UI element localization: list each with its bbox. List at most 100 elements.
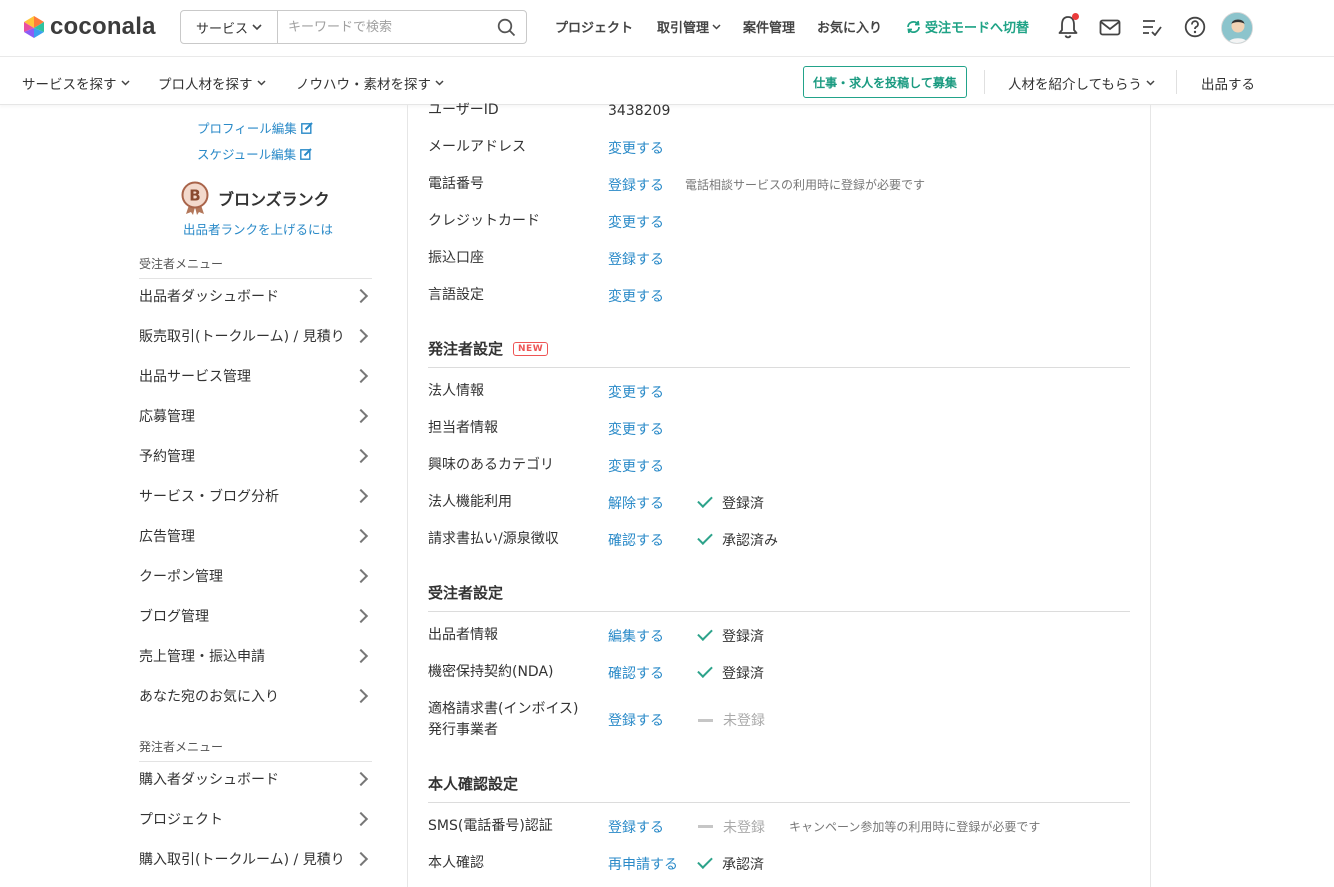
todo-button[interactable] — [1138, 13, 1166, 41]
row-contact-info: 担当者情報 変更する — [428, 418, 1128, 439]
chevron-down-icon — [256, 80, 266, 86]
menu-item-label: 売上管理・振込申請 — [139, 649, 265, 665]
search-input[interactable] — [278, 11, 486, 43]
nav-find-services-label: サービスを探す — [22, 77, 117, 93]
chevron-down-icon — [712, 23, 721, 30]
menu-sales-payout[interactable]: 売上管理・振込申請 — [139, 636, 372, 676]
status-registered: 登録済 — [697, 624, 764, 646]
search-button[interactable] — [486, 11, 526, 43]
nav-favorites[interactable]: お気に入り — [817, 17, 882, 36]
row-bank: 振込口座 登録する — [428, 248, 1128, 269]
status-unregistered: 未登録 — [698, 817, 765, 837]
corporate-features-cancel-link[interactable]: 解除する — [608, 493, 698, 513]
profile-edit-link[interactable]: プロフィール編集 — [197, 118, 313, 137]
menu-reservations[interactable]: 予約管理 — [139, 436, 372, 476]
row-label: ユーザーID — [428, 102, 499, 118]
chevron-right-icon — [353, 608, 369, 624]
chevron-right-icon — [353, 368, 369, 384]
credit-card-change-link[interactable]: 変更する — [608, 212, 698, 232]
identity-settings-title: 本人確認設定 — [428, 773, 1130, 803]
email-change-link[interactable]: 変更する — [608, 138, 698, 158]
coconala-logo[interactable]: coconala — [22, 13, 156, 41]
nda-confirm-link[interactable]: 確認する — [608, 663, 698, 683]
nav-sell[interactable]: 出品する — [1201, 73, 1255, 93]
post-job-button[interactable]: 仕事・求人を投稿して募集 — [803, 66, 967, 98]
menu-item-label: 出品者ダッシュボード — [139, 289, 279, 305]
sms-auth-register-link[interactable]: 登録する — [608, 817, 698, 837]
mail-icon — [1099, 19, 1121, 35]
menu-projects[interactable]: プロジェクト — [139, 799, 372, 839]
logo-icon — [24, 16, 44, 38]
status-label: 登録済 — [722, 628, 764, 645]
nav-find-pros-label: プロ人材を探す — [158, 77, 253, 93]
menu-applications[interactable]: 応募管理 — [139, 396, 372, 436]
help-button[interactable] — [1181, 13, 1209, 41]
checklist-icon — [1143, 20, 1162, 36]
row-label: 本人確認 — [428, 855, 484, 871]
status-registered: 登録済 — [697, 491, 764, 513]
menu-favorites-to-you[interactable]: あなた宛のお気に入り — [139, 676, 372, 716]
switch-mode-button[interactable]: 受注モードへ切替 — [905, 17, 1029, 36]
buyer-settings-title: 発注者設定 NEW — [428, 338, 1130, 368]
nav-projects[interactable]: プロジェクト — [555, 17, 633, 36]
nav-jobs[interactable]: 案件管理 — [743, 17, 795, 36]
menu-blog[interactable]: ブログ管理 — [139, 596, 372, 636]
menu-buyer-dashboard[interactable]: 購入者ダッシュボード — [139, 759, 372, 799]
menu-sales-talkroom[interactable]: 販売取引(トークルーム) / 見積り — [139, 316, 372, 356]
invoice-issuer-register-link[interactable]: 登録する — [608, 710, 698, 730]
messages-button[interactable] — [1096, 13, 1124, 41]
row-identity-verification: 本人確認 再申請する 承認済 — [428, 852, 1128, 874]
notifications-button[interactable] — [1054, 13, 1082, 41]
new-badge: NEW — [513, 341, 549, 356]
menu-seller-dashboard[interactable]: 出品者ダッシュボード — [139, 276, 372, 316]
row-label-line2: 発行事業者 — [428, 722, 498, 738]
search-category-select[interactable]: サービス — [181, 11, 278, 43]
seller-info-edit-link[interactable]: 編集する — [608, 626, 698, 646]
menu-analytics[interactable]: サービス・ブログ分析 — [139, 476, 372, 516]
nav-find-services[interactable]: サービスを探す — [22, 73, 130, 93]
section-title-label: 本人確認設定 — [428, 775, 519, 793]
nav-find-pros[interactable]: プロ人材を探す — [158, 73, 266, 93]
menu-item-label: 予約管理 — [139, 449, 195, 465]
menu-item-label: 広告管理 — [139, 529, 195, 545]
menu-coupons[interactable]: クーポン管理 — [139, 556, 372, 596]
menu-ads[interactable]: 広告管理 — [139, 516, 372, 556]
chevron-right-icon — [353, 328, 369, 344]
check-icon — [697, 528, 713, 545]
status-label: 承認済み — [722, 532, 778, 549]
chevron-right-icon — [353, 648, 369, 664]
user-id-value: 3438209 — [608, 102, 671, 119]
menu-purchase-talkroom[interactable]: 購入取引(トークルーム) / 見積り — [139, 839, 372, 879]
row-label: 適格請求書(インボイス) 発行事業者 — [428, 699, 608, 741]
contact-info-change-link[interactable]: 変更する — [608, 419, 698, 439]
sms-auth-note: キャンペーン参加等の利用時に登録が必要です — [789, 820, 1041, 834]
seller-settings-title: 受注者設定 — [428, 582, 1130, 612]
row-sms-auth: SMS(電話番号)認証 登録する 未登録 キャンペーン参加等の利用時に登録が必要… — [428, 816, 1128, 837]
bank-register-link[interactable]: 登録する — [608, 249, 698, 269]
nav-transactions[interactable]: 取引管理 — [657, 17, 721, 36]
chevron-down-icon — [1146, 80, 1155, 86]
language-change-link[interactable]: 変更する — [608, 286, 698, 306]
nav-find-knowhow[interactable]: ノウハウ・素材を探す — [296, 73, 444, 93]
menu-service-management[interactable]: 出品サービス管理 — [139, 356, 372, 396]
row-label: 電話番号 — [428, 176, 484, 192]
schedule-edit-link[interactable]: スケジュール編集 — [197, 144, 312, 163]
edit-icon — [300, 147, 312, 160]
chevron-down-icon — [120, 80, 130, 86]
chevron-down-icon — [252, 23, 262, 30]
row-user-id: ユーザーID 3438209 — [428, 100, 1128, 121]
corporate-info-change-link[interactable]: 変更する — [608, 382, 698, 402]
invoice-withholding-confirm-link[interactable]: 確認する — [608, 530, 698, 550]
identity-reapply-link[interactable]: 再申請する — [608, 854, 698, 874]
row-corporate-features: 法人機能利用 解除する 登録済 — [428, 491, 1128, 513]
edit-icon — [300, 121, 313, 134]
user-avatar[interactable] — [1221, 12, 1253, 44]
nav-referral[interactable]: 人材を紹介してもらう — [1008, 73, 1155, 93]
check-icon — [697, 852, 713, 869]
row-label: 担当者情報 — [428, 420, 498, 436]
status-label: 登録済 — [722, 665, 764, 682]
chevron-right-icon — [353, 811, 369, 827]
status-approved: 承認済み — [697, 528, 778, 550]
interest-categories-change-link[interactable]: 変更する — [608, 456, 698, 476]
rank-help-link[interactable]: 出品者ランクを上げるには — [183, 219, 333, 238]
